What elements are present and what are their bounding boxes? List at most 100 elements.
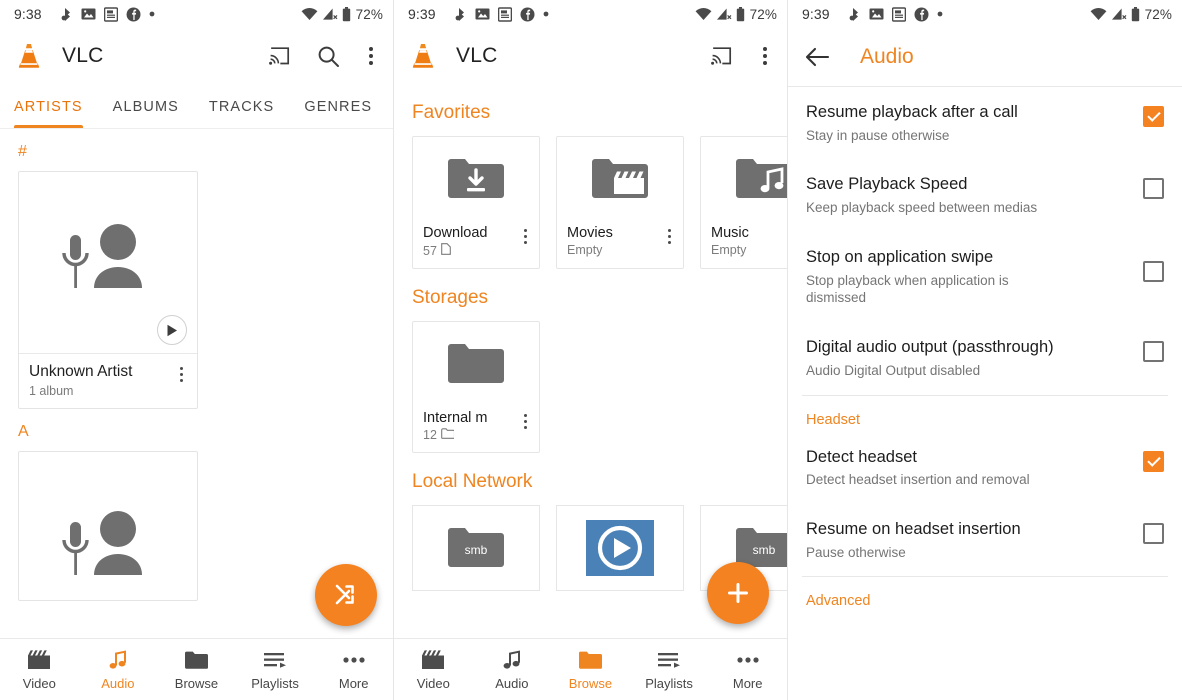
bottom-nav-audio[interactable]: Audio bbox=[473, 649, 552, 691]
pref-checkbox[interactable] bbox=[1143, 178, 1164, 200]
pref-checkbox[interactable] bbox=[1143, 523, 1164, 544]
overflow-menu-icon[interactable] bbox=[363, 45, 379, 67]
screenshot-row: 9:38 72% VLC ARTISTS ALBUMS TRACKS GENRE… bbox=[0, 0, 1182, 700]
dot-icon bbox=[937, 11, 943, 17]
artist-thumbnail bbox=[19, 172, 197, 354]
image-icon bbox=[869, 7, 884, 21]
bottom-nav-playlists[interactable]: Playlists bbox=[236, 649, 315, 691]
bottom-nav-playlists-label: Playlists bbox=[251, 675, 299, 691]
pref-checkbox[interactable] bbox=[1143, 450, 1164, 472]
movie-clapper-icon bbox=[421, 649, 445, 671]
status-bar: 9:39 72% bbox=[788, 0, 1182, 28]
tab-tracks[interactable]: TRACKS bbox=[209, 99, 286, 128]
folder-smb-icon: smb bbox=[448, 528, 504, 567]
battery-icon bbox=[342, 6, 351, 22]
app-bar-actions bbox=[267, 43, 379, 69]
tab-artists[interactable]: ARTISTS bbox=[14, 99, 95, 128]
overflow-menu-icon[interactable] bbox=[757, 45, 773, 67]
folder-card-movies[interactable]: Movies Empty bbox=[556, 136, 684, 269]
network-thumbnail: smb bbox=[413, 506, 539, 590]
pref-stop-on-application-swipe[interactable]: Stop on application swipe Stop playback … bbox=[788, 232, 1182, 322]
folder-overflow-icon[interactable] bbox=[520, 410, 531, 433]
bottom-nav-more[interactable]: More bbox=[708, 649, 787, 691]
pref-save-playback-speed[interactable]: Save Playback Speed Keep playback speed … bbox=[788, 159, 1182, 231]
news-icon bbox=[891, 6, 906, 22]
folder-card-download[interactable]: Download 57 bbox=[412, 136, 540, 269]
artist-card-wrap: Unknown Artist 1 album bbox=[0, 171, 393, 409]
wifi-icon bbox=[1090, 7, 1107, 21]
folder-subtitle: 57 bbox=[423, 243, 520, 258]
battery-percent: 72% bbox=[749, 6, 777, 22]
app-title: VLC bbox=[456, 44, 498, 67]
pref-checkbox[interactable] bbox=[1143, 106, 1164, 127]
artist-placeholder-icon bbox=[62, 510, 142, 575]
add-icon bbox=[728, 583, 748, 603]
artist-placeholder-icon bbox=[62, 224, 142, 288]
folder-icon bbox=[448, 344, 504, 383]
cast-icon[interactable] bbox=[267, 43, 293, 69]
bottom-nav-playlists[interactable]: Playlists bbox=[630, 649, 709, 691]
battery-percent: 72% bbox=[1144, 6, 1172, 22]
back-arrow-icon[interactable] bbox=[804, 47, 830, 67]
bottom-nav-video[interactable]: Video bbox=[394, 649, 473, 691]
folder-subtitle: Empty bbox=[711, 243, 747, 257]
folder-card-music[interactable]: Music Empty bbox=[700, 136, 787, 269]
playlist-icon bbox=[263, 649, 287, 671]
bottom-nav-browse[interactable]: Browse bbox=[551, 649, 630, 691]
bluetooth-audio-icon bbox=[454, 7, 467, 22]
pref-checkbox[interactable] bbox=[1143, 341, 1164, 363]
cast-icon[interactable] bbox=[709, 43, 735, 69]
pref-summary: Keep playback speed between medias bbox=[806, 200, 1038, 216]
pref-summary: Detect headset insertion and removal bbox=[806, 472, 1030, 488]
bottom-nav-browse[interactable]: Browse bbox=[157, 649, 236, 691]
vlc-media-icon bbox=[586, 520, 654, 576]
pref-checkbox[interactable] bbox=[1143, 260, 1164, 282]
pref-digital-audio-output[interactable]: Digital audio output (passthrough) Audio… bbox=[788, 322, 1182, 394]
play-button[interactable] bbox=[157, 315, 187, 345]
battery-percent: 72% bbox=[355, 6, 383, 22]
artist-overflow-icon[interactable] bbox=[176, 363, 187, 386]
bottom-nav-audio-label: Audio bbox=[495, 675, 529, 691]
status-bar-left: 9:39 bbox=[802, 6, 1090, 22]
status-bar-right: 72% bbox=[301, 6, 383, 22]
bottom-nav-audio[interactable]: Audio bbox=[79, 649, 158, 691]
folder-overflow-icon[interactable] bbox=[664, 225, 675, 248]
add-fab[interactable] bbox=[707, 562, 769, 624]
wifi-icon bbox=[301, 7, 318, 21]
facebook-icon bbox=[520, 7, 535, 22]
bottom-nav-video[interactable]: Video bbox=[0, 649, 79, 691]
bottom-nav-playlists-label: Playlists bbox=[645, 675, 693, 691]
battery-icon bbox=[1131, 6, 1140, 22]
folder-thumbnail bbox=[701, 137, 787, 221]
pref-summary: Audio Digital Output disabled bbox=[806, 362, 981, 378]
status-bar-right: 72% bbox=[1090, 6, 1172, 22]
folder-subtitle: Empty bbox=[567, 243, 603, 257]
shuffle-fab[interactable] bbox=[315, 564, 377, 626]
bottom-nav-more[interactable]: More bbox=[314, 649, 393, 691]
folder-meta-text: Internal m 12 bbox=[423, 410, 520, 442]
pref-resume-on-headset-insertion[interactable]: Resume on headset insertion Pause otherw… bbox=[788, 504, 1182, 576]
status-time: 9:39 bbox=[802, 6, 830, 22]
artist-card[interactable]: Unknown Artist 1 album bbox=[18, 171, 198, 409]
pref-detect-headset[interactable]: Detect headset Detect headset insertion … bbox=[788, 432, 1182, 504]
pref-text: Resume playback after a call Stay in pau… bbox=[806, 102, 1131, 144]
network-card-smb-1[interactable]: smb bbox=[412, 505, 540, 591]
pref-title: Resume on headset insertion bbox=[806, 520, 1021, 538]
network-card-media[interactable] bbox=[556, 505, 684, 591]
wifi-icon bbox=[695, 7, 712, 21]
status-time: 9:39 bbox=[408, 6, 436, 22]
folder-meta-text: Music Empty bbox=[711, 225, 787, 257]
folder-thumbnail bbox=[413, 322, 539, 406]
folder-card-internal[interactable]: Internal m 12 bbox=[412, 321, 540, 453]
tab-genres[interactable]: GENRES bbox=[304, 99, 384, 128]
search-icon[interactable] bbox=[315, 43, 341, 69]
vlc-logo-icon bbox=[14, 41, 44, 71]
pref-text: Resume on headset insertion Pause otherw… bbox=[806, 519, 1131, 561]
tab-albums[interactable]: ALBUMS bbox=[113, 99, 191, 128]
pref-resume-playback-after-call[interactable]: Resume playback after a call Stay in pau… bbox=[788, 87, 1182, 159]
panel-browse: 9:39 72% VLC Favorites Download 57 Movie… bbox=[394, 0, 788, 700]
folder-overflow-icon[interactable] bbox=[520, 225, 531, 248]
artist-card-partial[interactable] bbox=[18, 451, 198, 601]
artist-thumbnail-2 bbox=[19, 452, 197, 600]
music-note-icon bbox=[501, 649, 523, 671]
